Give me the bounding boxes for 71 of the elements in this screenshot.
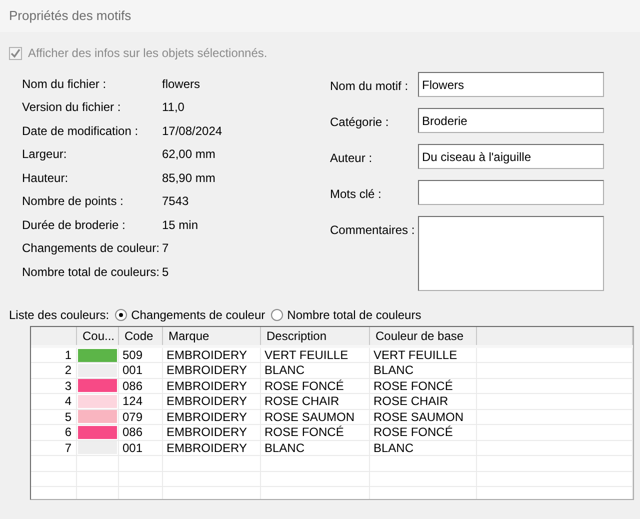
table-cell: VERT FEUILLE — [260, 346, 369, 362]
table-cell: ROSE CHAIR — [369, 394, 476, 409]
row-number: 1 — [31, 346, 76, 362]
table-cell: ROSE FONCÉ — [260, 424, 369, 440]
info-value: 85,90 mm — [162, 170, 216, 187]
table-cell: 001 — [118, 362, 162, 378]
row-number: 4 — [31, 394, 76, 409]
table-cell: 509 — [118, 346, 162, 362]
table-cell: 079 — [118, 409, 162, 424]
input-field[interactable]: Flowers — [418, 72, 604, 97]
table-cell: BLANC — [369, 440, 476, 456]
table-cell: VERT FEUILLE — [369, 346, 476, 362]
info-label: Largeur: — [22, 146, 68, 164]
column-header[interactable]: Couleur de base — [369, 327, 476, 346]
panel-title: Propriétés des motifs — [9, 7, 132, 25]
table-cell: ROSE FONCÉ — [260, 378, 369, 394]
field-label: Commentaires : — [330, 222, 416, 239]
table-cell: EMBROIDERY — [162, 378, 260, 394]
radio-option[interactable]: Nombre total de couleurs — [271, 306, 422, 324]
info-value: 15 min — [162, 216, 198, 234]
row-number: 5 — [31, 409, 76, 424]
field-label: Catégorie : — [330, 114, 390, 131]
table-cell: EMBROIDERY — [162, 409, 260, 424]
table-cell: 001 — [118, 440, 162, 456]
column-header[interactable]: Description — [260, 327, 369, 346]
info-label: Nombre total de couleurs: — [22, 264, 160, 281]
info-value: 7543 — [162, 193, 189, 210]
input-field[interactable]: Broderie — [418, 108, 604, 133]
info-value: 11,0 — [162, 99, 184, 116]
table-cell: EMBROIDERY — [162, 440, 260, 456]
table-cell: BLANC — [369, 362, 476, 378]
info-label: Date de modification : — [22, 122, 140, 140]
info-label: Nom du fichier : — [22, 76, 108, 93]
column-header[interactable]: Marque — [162, 327, 260, 346]
field-label: Auteur : — [330, 150, 374, 167]
table-cell: ROSE FONCÉ — [369, 424, 476, 440]
column-header[interactable]: Code — [118, 327, 162, 346]
row-number: 3 — [31, 378, 76, 394]
table-cell: 124 — [118, 394, 162, 409]
table-cell: ROSE CHAIR — [260, 394, 369, 409]
table-cell: 086 — [118, 424, 162, 440]
table-cell: ROSE SAUMON — [369, 409, 476, 424]
table-cell: EMBROIDERY — [162, 346, 260, 362]
row-number: 6 — [31, 424, 76, 440]
row-number: 7 — [31, 440, 76, 456]
table-cell: EMBROIDERY — [162, 362, 260, 378]
color-list-label: Liste des couleurs: — [9, 306, 110, 324]
field-label: Mots clé : — [330, 186, 382, 203]
table-cell: ROSE FONCÉ — [369, 378, 476, 394]
info-value: 5 — [162, 264, 169, 281]
row-number: 2 — [31, 362, 76, 378]
radio-option[interactable]: Changements de couleur — [115, 306, 266, 324]
table-cell: ROSE SAUMON — [260, 409, 369, 424]
info-value: 17/08/2024 — [162, 122, 222, 140]
info-label: Changements de couleur: — [22, 240, 160, 258]
table-cell: BLANC — [260, 440, 369, 456]
info-value: 7 — [162, 240, 169, 258]
field-label: Nom du motif : — [330, 78, 410, 95]
column-header[interactable]: Cou... — [76, 327, 118, 346]
table-cell: EMBROIDERY — [162, 394, 260, 409]
table-cell: EMBROIDERY — [162, 424, 260, 440]
info-label: Hauteur: — [22, 170, 70, 187]
info-label: Durée de broderie : — [22, 216, 126, 234]
info-value: 62,00 mm — [162, 146, 216, 164]
table-cell: BLANC — [260, 362, 369, 378]
table-cell: 086 — [118, 378, 162, 394]
show-info-label: Afficher des infos sur les objets sélectionnés. — [28, 45, 268, 62]
info-label: Nombre de points : — [22, 193, 124, 210]
info-label: Version du fichier : — [22, 99, 122, 116]
input-field[interactable]: Du ciseau à l'aiguille — [418, 144, 604, 169]
info-value: flowers — [162, 76, 200, 93]
